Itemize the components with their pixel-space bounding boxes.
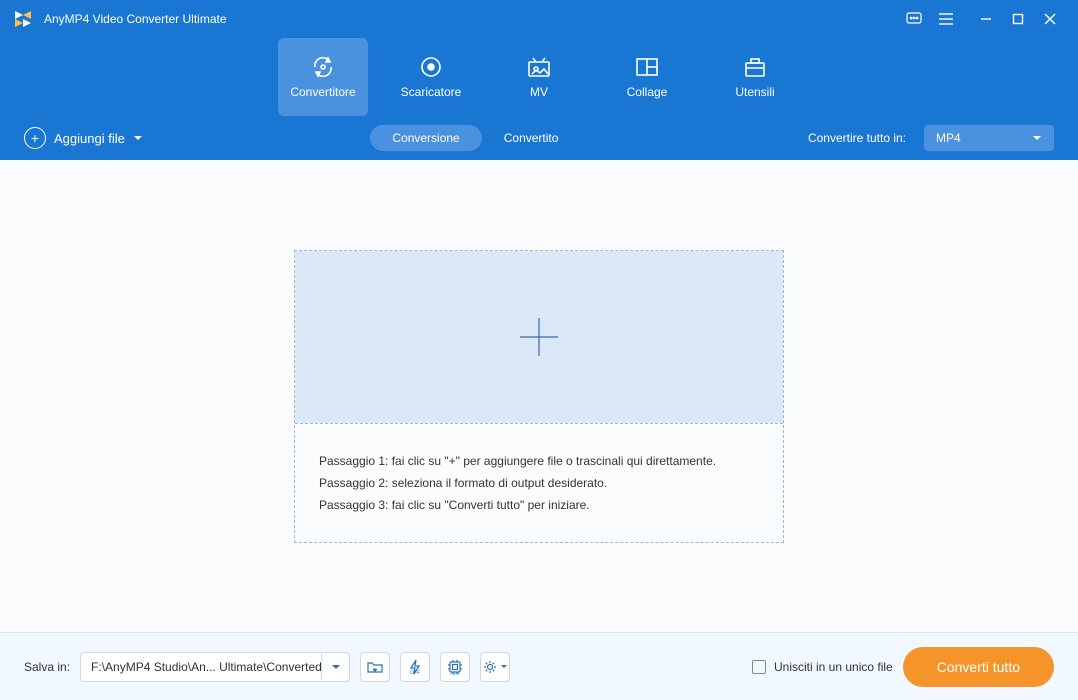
svg-text:OFF: OFF	[410, 670, 420, 675]
tab-collage[interactable]: Collage	[602, 38, 692, 116]
lightning-icon: OFF	[407, 659, 423, 675]
tab-label: MV	[530, 85, 548, 99]
footer: Salva in: F:\AnyMP4 Studio\An... Ultimat…	[0, 632, 1078, 700]
hardware-accel-button[interactable]: OFF	[400, 652, 430, 682]
segment-converted[interactable]: Convertito	[482, 125, 581, 151]
tab-label: Collage	[627, 85, 668, 99]
convert-all-label: Convertire tutto in:	[808, 131, 906, 145]
format-select[interactable]: MP4	[924, 125, 1054, 151]
save-path-select[interactable]: F:\AnyMP4 Studio\An... Ultimate\Converte…	[80, 652, 350, 682]
tab-label: Utensili	[735, 85, 774, 99]
plus-circle-icon: +	[24, 127, 46, 149]
close-button[interactable]	[1034, 0, 1066, 38]
chevron-down-icon	[321, 652, 349, 682]
menu-icon[interactable]	[930, 0, 962, 38]
gear-icon	[482, 659, 498, 675]
save-to-label: Salva in:	[24, 660, 70, 674]
feedback-icon[interactable]	[898, 0, 930, 38]
segment-control: Conversione Convertito	[370, 125, 580, 151]
step-1: Passaggio 1: fai clic su "+" per aggiung…	[319, 454, 759, 468]
chevron-down-icon	[500, 664, 508, 669]
collage-icon	[635, 55, 659, 79]
tab-mv[interactable]: MV	[494, 38, 584, 116]
tab-label: Scaricatore	[401, 85, 462, 99]
plus-icon	[514, 312, 564, 362]
app-title: AnyMP4 Video Converter Ultimate	[44, 12, 898, 26]
tab-converter[interactable]: Convertitore	[278, 38, 368, 116]
dropzone-add-area[interactable]	[295, 251, 783, 423]
save-path-value: F:\AnyMP4 Studio\An... Ultimate\Converte…	[81, 660, 321, 674]
dropzone-instructions: Passaggio 1: fai clic su "+" per aggiung…	[295, 423, 783, 542]
convert-all-button[interactable]: Converti tutto	[903, 647, 1054, 687]
minimize-button[interactable]	[970, 0, 1002, 38]
tools-icon	[743, 55, 767, 79]
main-area: Passaggio 1: fai clic su "+" per aggiung…	[0, 160, 1078, 632]
main-tabs: Convertitore Scaricatore MV Collage Uten…	[0, 38, 1078, 116]
settings-button[interactable]	[480, 652, 510, 682]
tab-downloader[interactable]: Scaricatore	[386, 38, 476, 116]
gpu-accel-button[interactable]: OFF	[440, 652, 470, 682]
maximize-button[interactable]	[1002, 0, 1034, 38]
step-3: Passaggio 3: fai clic su "Converti tutto…	[319, 498, 759, 512]
segment-conversion[interactable]: Conversione	[370, 125, 481, 151]
converter-icon	[310, 55, 336, 79]
format-value: MP4	[936, 131, 961, 145]
add-file-label: Aggiungi file	[54, 131, 125, 146]
add-file-button[interactable]: + Aggiungi file	[24, 127, 143, 149]
open-folder-button[interactable]	[360, 652, 390, 682]
merge-label: Unisciti in un unico file	[774, 660, 893, 674]
svg-text:OFF: OFF	[450, 673, 460, 675]
subbar: + Aggiungi file Conversione Convertito C…	[0, 116, 1078, 160]
chip-icon: OFF	[447, 659, 463, 675]
merge-checkbox[interactable]: Unisciti in un unico file	[752, 660, 893, 674]
step-2: Passaggio 2: seleziona il formato di out…	[319, 476, 759, 490]
folder-icon	[367, 660, 383, 674]
mv-icon	[527, 55, 551, 79]
checkbox-icon	[752, 660, 766, 674]
chevron-down-icon	[133, 135, 143, 141]
app-logo-icon	[12, 8, 34, 30]
downloader-icon	[419, 55, 443, 79]
tab-label: Convertitore	[290, 85, 355, 99]
tab-tools[interactable]: Utensili	[710, 38, 800, 116]
titlebar: AnyMP4 Video Converter Ultimate	[0, 0, 1078, 38]
chevron-down-icon	[1032, 135, 1042, 141]
dropzone: Passaggio 1: fai clic su "+" per aggiung…	[294, 250, 784, 543]
